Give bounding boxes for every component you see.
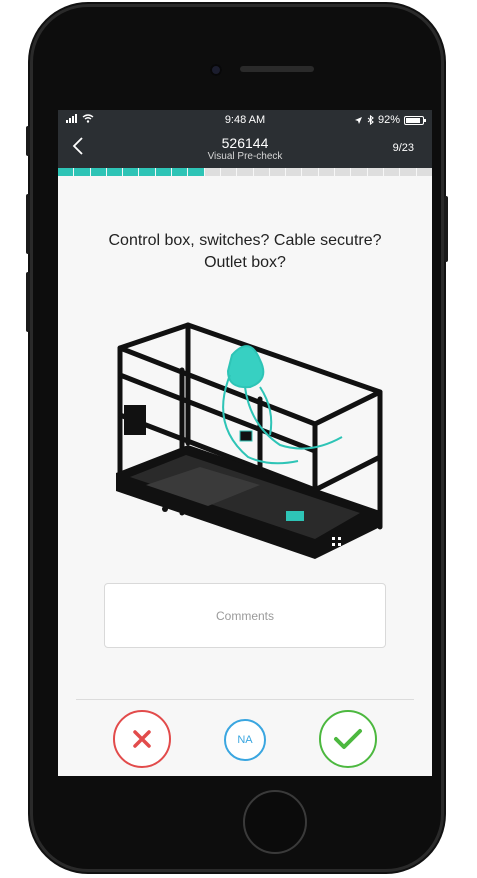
battery-icon	[404, 115, 426, 125]
progress-segment	[367, 168, 383, 176]
status-right-group: 92%	[354, 114, 426, 126]
progress-segment	[90, 168, 106, 176]
na-button[interactable]: NA	[224, 719, 266, 761]
na-label: NA	[237, 734, 253, 746]
page-subtitle: Visual Pre-check	[207, 151, 283, 162]
progress-segment	[172, 168, 188, 176]
volume-up-button	[26, 194, 30, 254]
progress-segment	[416, 168, 432, 176]
app-screen: 9:48 AM 92% 526144 Visual Pre-check 9/23…	[58, 110, 432, 776]
status-bar: 9:48 AM 92%	[58, 110, 432, 130]
progress-segment	[286, 168, 302, 176]
progress-segment	[400, 168, 416, 176]
x-icon	[133, 730, 151, 748]
volume-down-button	[26, 272, 30, 332]
progress-segment	[188, 168, 204, 176]
progress-segment	[139, 168, 155, 176]
divider	[76, 699, 414, 700]
bluetooth-icon	[367, 115, 374, 125]
progress-segment	[106, 168, 123, 176]
check-icon	[334, 729, 362, 749]
progress-segment	[383, 168, 400, 176]
progress-segment	[351, 168, 367, 176]
power-button	[444, 196, 448, 262]
progress-segment	[74, 168, 90, 176]
progress-segment	[58, 168, 74, 176]
progress-segment	[253, 168, 269, 176]
comments-field[interactable]: Comments	[104, 583, 386, 648]
front-camera	[210, 64, 222, 76]
progress-segment	[220, 168, 237, 176]
location-arrow-icon	[354, 116, 362, 124]
fail-button[interactable]	[113, 710, 171, 768]
battery-percent: 92%	[377, 114, 400, 126]
progress-segment	[123, 168, 139, 176]
question-text: Control box, switches? Cable secutre? Ou…	[108, 232, 382, 271]
step-counter: 9/23	[392, 142, 414, 154]
progress-segment	[155, 168, 172, 176]
page-title: 526144	[221, 135, 269, 151]
progress-segment	[302, 168, 318, 176]
progress-segment	[237, 168, 253, 176]
progress-segment	[318, 168, 335, 176]
nav-bar: 526144 Visual Pre-check 9/23	[58, 130, 432, 168]
progress-segment	[269, 168, 286, 176]
progress-segment	[335, 168, 351, 176]
earpiece-speaker	[240, 66, 314, 72]
mute-switch	[26, 126, 30, 156]
pass-button[interactable]	[319, 710, 377, 768]
progress-bar	[58, 168, 432, 176]
progress-segment	[204, 168, 220, 176]
home-button[interactable]	[243, 790, 307, 854]
work-platform-illustration	[116, 322, 383, 559]
